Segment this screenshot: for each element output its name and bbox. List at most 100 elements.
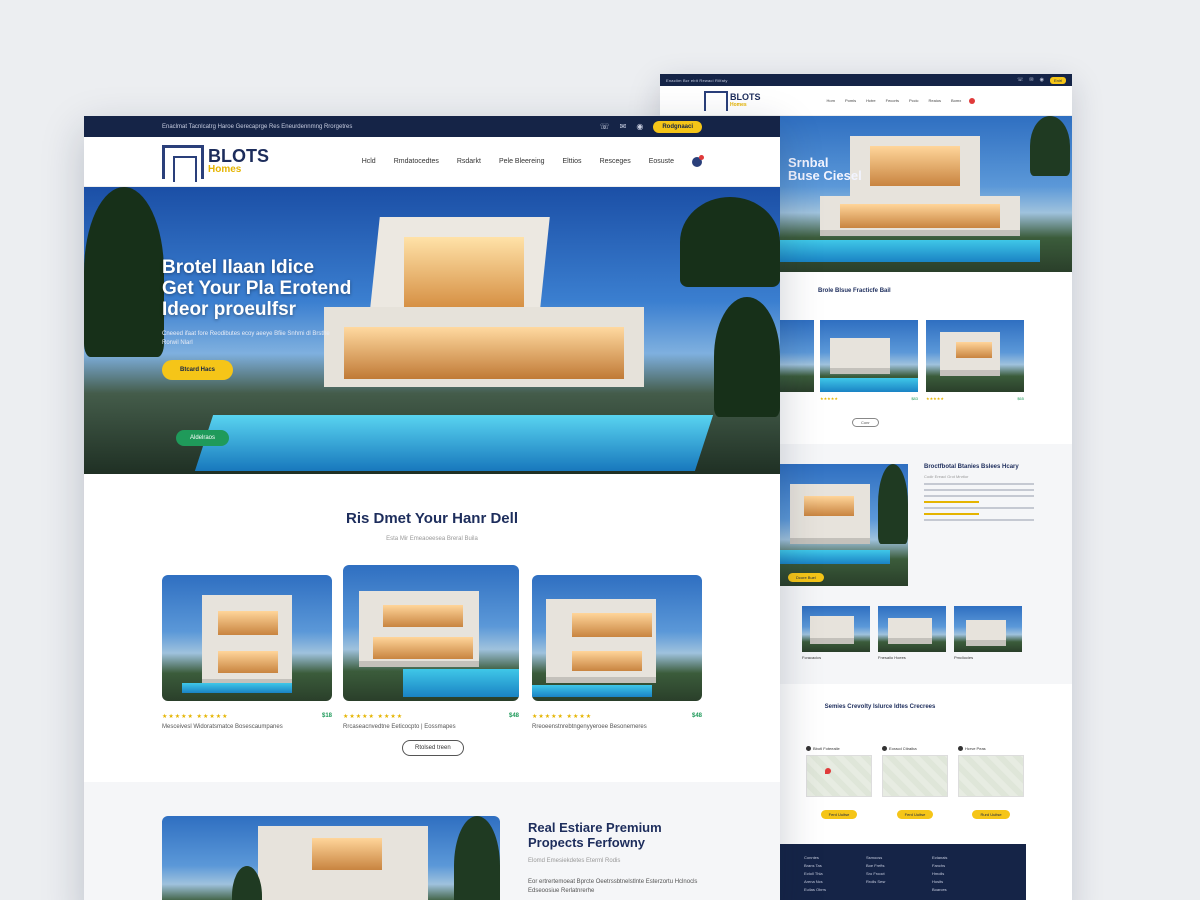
back-feature-button[interactable]: Dcore Buel [788,566,824,584]
back-card-price: $65 [1017,396,1024,401]
hero-title: Brotel Ilaan Idice Get Your Pla Erotend … [162,257,351,320]
mail-icon[interactable]: ✉ [1029,77,1033,83]
hero-secondary-button[interactable]: Aldelraos [176,430,230,446]
property-card[interactable]: ★★★★★ ★★★★★ $18 Mesceivesl Widoratsmatce … [162,575,332,730]
back-location-card[interactable]: Hcrve Peas Rurd Uuitse [958,746,1024,826]
back-nav-item[interactable]: Pccic [909,98,919,103]
footer-link[interactable]: Boarces [932,886,947,894]
view-more-button[interactable]: Rtolsed treen [402,740,464,756]
back-location-card[interactable]: Bbotl Foteeaile Ferd Uuitse [806,746,872,826]
footer-link[interactable]: Euilas Obrrs [804,886,826,894]
house-logo-icon [704,90,728,111]
back-location-button[interactable]: Ferd Uuitse [820,810,858,819]
footer-link[interactable]: Arena Ncs [804,878,826,886]
front-nav-links: Hcld Rmdatocedtes Rsdarkt Pele Bleereing… [362,154,704,167]
rating-stars: ★★★★★ $83 [820,396,918,401]
back-hero-image [780,116,1072,272]
palm-tree [84,187,164,357]
property-image[interactable] [343,565,519,701]
back-featured-title: Brole Blsue Fracticfe Bail [818,288,891,294]
map-thumbnail[interactable] [958,755,1024,797]
property-card[interactable]: ★★★★★ ★★★★ $48 Rrcaseacnvedtne Eeticocpto… [343,565,519,730]
back-location-button[interactable]: Ferd Uuitse [896,810,934,819]
footer-link[interactable]: Fanchs [932,862,947,870]
back-logo-sub: Homes [730,101,747,108]
front-logo[interactable]: BLOTS Homes [162,144,269,182]
back-thumb-card[interactable]: Fnesaiio Hoees [878,606,946,664]
cart-icon[interactable] [969,97,976,104]
phone-icon[interactable]: ☏ [600,122,610,131]
back-nav-item[interactable]: Bomx [951,98,961,103]
back-location-button[interactable]: Rurd Uuitse [972,810,1010,819]
back-location-label: Bbotl Foteeaile [813,746,840,751]
feature-paragraph: Eor ertrertemoeat Bprcte Oeetrssbtnelstl… [528,879,698,894]
back-location-label: Eoracd Ctiraiba [889,746,917,751]
back-nav-item[interactable]: Hom [827,98,835,103]
back-topbar-cta-button[interactable]: Enirl [1049,76,1066,84]
front-nav-item[interactable]: Rsdarkt [457,158,481,165]
back-logo[interactable]: BLOTS Homes [704,90,761,111]
listings-section-title: Ris Dmet Your Hanr Dell [346,510,518,527]
property-description: Mesceivesl Widoratsmatce Bosescaumpanes [162,724,283,730]
back-view-more-button[interactable]: Conr [852,418,879,427]
listings-section-subtitle: Esta Mir Emeaoeesea Breral Buila [386,536,478,542]
phone-icon[interactable]: ☏ [1017,77,1023,83]
front-nav-item[interactable]: Hcld [362,158,376,165]
hero-subtitle: Cneeed ifaat fore Reodibutes ecoy aeeye … [162,331,330,346]
footer-link[interactable]: Brans Tas [804,862,826,870]
property-image[interactable] [162,575,332,701]
back-property-card[interactable]: ★★★★★ $65 [926,320,1024,410]
map-thumbnail[interactable] [882,755,948,797]
map-thumbnail[interactable] [806,755,872,797]
back-thumb-card[interactable]: Pmcliocies [954,606,1022,664]
mail-icon[interactable]: ✉ [620,122,627,131]
footer-link[interactable]: Sro Frooct [866,870,886,878]
back-card-partial[interactable] [780,320,814,410]
front-logo-name: BLOTS [208,145,269,166]
rating-stars: ★★★★★ $65 [926,396,1024,401]
footer-column: Ssmocss Boe Frefts Sro Frooct Rrolls Ses… [866,854,886,886]
feature-title-line: Real Estiare Premium [528,820,662,835]
front-nav-item[interactable]: Pele Bleereing [499,158,545,165]
front-topbar-cta-button[interactable]: Rodgnaaci [653,120,702,133]
feature-title: Real Estiare Premium Propects Ferfowny [528,820,718,850]
back-hero-title: Srnbal Buse Ciesel [788,156,862,182]
front-nav-item[interactable]: Rmdatocedtes [394,158,439,165]
front-nav-item[interactable]: Elttios [563,158,582,165]
hero-text: Brotel Ilaan Idice Get Your Pla Erotend … [162,257,351,348]
user-icon[interactable]: ◉ [636,122,643,131]
palm-tree [714,297,780,417]
back-nav-item[interactable]: Pomis [845,98,856,103]
back-footer: Conntes Brans Tas Ectoll Thla Arena Ncs … [780,844,1026,900]
user-icon[interactable]: ◉ [1040,77,1044,83]
feature-subtitle: Elomd Emesiekdetes Eterml Rodis [528,858,621,864]
footer-link[interactable]: Rrolls Sesr [866,878,886,886]
footer-column: Ectanais Fanchs Hmolls Hosits Boarces [932,854,947,894]
footer-link[interactable]: Ectoll Thla [804,870,826,878]
property-image[interactable] [532,575,702,701]
cart-icon[interactable] [692,154,704,167]
back-nav-item[interactable]: Reaios [929,98,941,103]
footer-link[interactable]: Boe Frefts [866,862,886,870]
back-nav-item[interactable]: Fecorts [886,98,899,103]
back-thumb-card[interactable]: Fcracacics [802,606,870,664]
hero-primary-button[interactable]: Btcard Hacs [162,360,234,380]
front-nav-item[interactable]: Eosuste [649,158,674,165]
back-location-card[interactable]: Eoracd Ctiraiba Ferd Uuitse [882,746,948,826]
hero-title-line: Get Your Pla Erotend [162,278,352,299]
front-nav-item[interactable]: Resceges [600,158,631,165]
hero-house-window [404,237,524,307]
location-pin-icon [882,746,887,751]
footer-link[interactable]: Hosits [932,878,947,886]
footer-link[interactable]: Hmolls [932,870,947,878]
property-card[interactable]: ★★★★★ ★★★★ $48 Rreoeenstnrebtngenyyeroee … [532,575,702,730]
back-thumb-caption: Fnesaiio Hoees [878,655,906,660]
rating-stars: ★★★★★ ★★★★★ [162,714,229,720]
back-navbar: BLOTS Homes Hom Pomis Hctre Fecorts Pccic… [660,86,1072,116]
location-pin-icon [806,746,811,751]
feature-text: Real Estiare Premium Propects Ferfowny E… [528,820,718,896]
rating-stars: ★★★★★ ★★★★ [343,714,404,720]
back-property-card[interactable]: ★★★★★ $83 [820,320,918,410]
property-description: Rreoeenstnrebtngenyyeroee Besonemeres [532,724,647,730]
back-nav-item[interactable]: Hctre [866,98,876,103]
